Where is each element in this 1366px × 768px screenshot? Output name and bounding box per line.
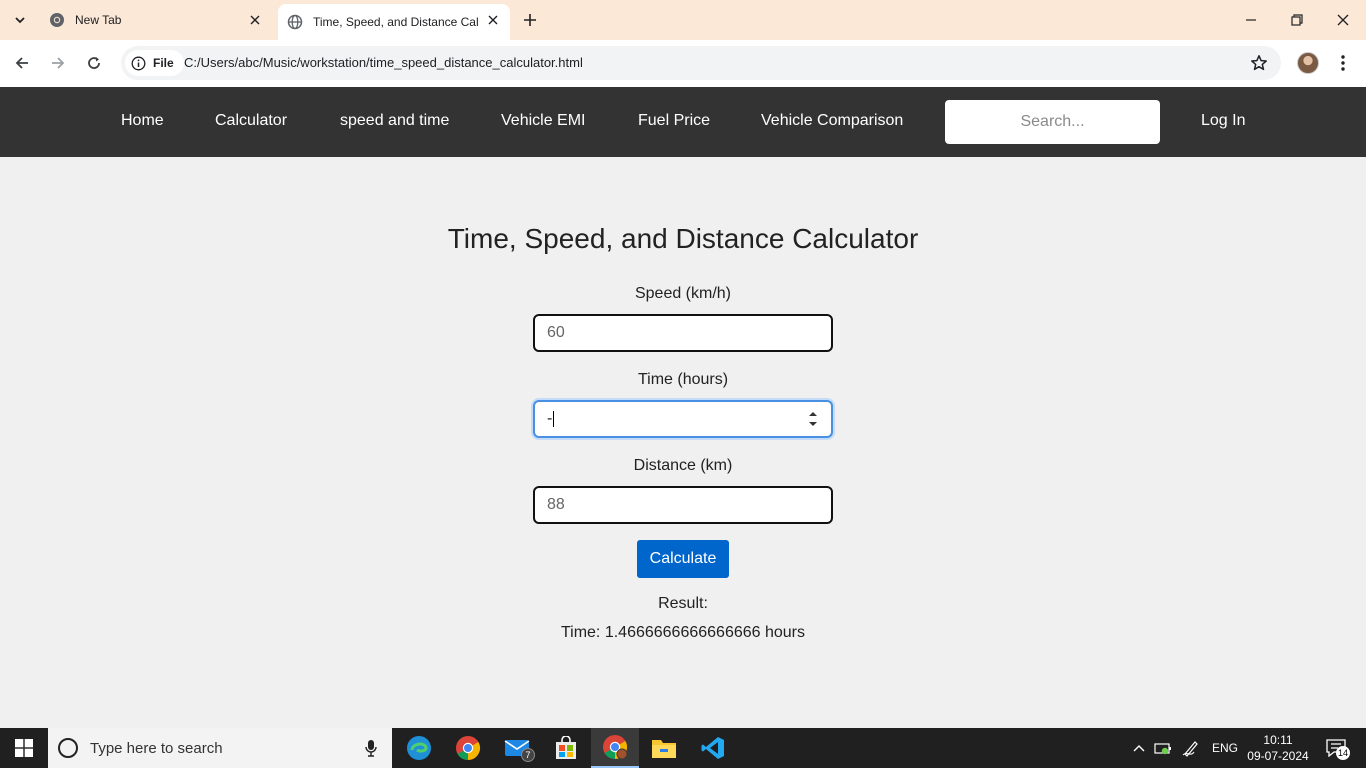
speed-label: Speed (km/h) [634,285,732,302]
reload-button[interactable] [83,52,105,74]
restore-icon [1291,14,1303,26]
taskbar-search-box[interactable]: Type here to search [48,728,392,768]
taskbar-vscode[interactable] [689,728,737,768]
start-button[interactable] [0,728,48,768]
calculator-section: Time, Speed, and Distance Calculator Spe… [0,157,1366,728]
input-language[interactable]: ENG [1212,741,1238,755]
arrow-right-icon [52,57,65,69]
new-tab-button[interactable] [519,9,541,31]
distance-value: 88 [547,496,565,513]
number-spinner[interactable] [807,411,819,427]
minimize-icon [1246,19,1256,21]
clock-time: 10:11 [1263,733,1293,747]
notification-center-button[interactable]: 14 [1322,736,1351,760]
notification-badge: 14 [1336,746,1351,760]
clock-date: 09-07-2024 [1247,749,1309,763]
back-button[interactable] [11,52,33,74]
battery-network-icon[interactable] [1153,738,1173,758]
plus-icon [524,14,536,26]
spin-down-icon[interactable] [808,421,818,427]
nav-login[interactable]: Log In [1201,112,1245,130]
spin-up-icon[interactable] [808,411,818,417]
nav-calculator[interactable]: Calculator [215,112,287,130]
close-icon [1337,14,1349,26]
time-label: Time (hours) [637,371,729,388]
nav-vehicle-comparison[interactable]: Vehicle Comparison [761,112,903,130]
bookmark-button[interactable] [1249,53,1269,73]
tab-title: Time, Speed, and Distance Calculator [313,15,479,29]
mail-badge: 7 [521,748,535,762]
site-chip-label: File [153,56,174,70]
address-bar[interactable]: File C:/Users/abc/Music/workstation/time… [121,46,1281,80]
profile-avatar[interactable] [1297,52,1319,74]
forward-button[interactable] [47,52,69,74]
text-caret [553,411,555,427]
restore-button[interactable] [1287,10,1307,30]
taskbar-edge[interactable] [395,728,443,768]
tab-title: New Tab [75,13,122,27]
taskbar-file-explorer[interactable] [640,728,688,768]
tab-new-tab[interactable]: New Tab [40,0,272,40]
minimize-button[interactable] [1241,10,1261,30]
taskbar-chrome-active[interactable] [591,728,639,768]
distance-label: Distance (km) [633,457,733,474]
globe-icon [287,14,303,30]
site-info-chip[interactable]: File [125,50,184,76]
browser-toolbar: File C:/Users/abc/Music/workstation/time… [0,40,1366,87]
speed-input[interactable]: 60 [533,314,833,352]
close-icon[interactable] [248,13,262,27]
taskbar-chrome[interactable] [444,728,492,768]
chrome-profile-icon [603,735,628,760]
close-window-button[interactable] [1333,10,1353,30]
folder-icon [652,740,676,758]
windows-taskbar: Type here to search 7 ENG 10:11 09-07-20… [0,728,1366,768]
tray-overflow-button[interactable] [1129,738,1149,758]
time-input[interactable]: - [533,400,833,438]
chevron-down-icon [15,17,25,24]
search-icon [58,738,78,758]
distance-input[interactable]: 88 [533,486,833,524]
store-icon [556,736,576,759]
result-label: Result: [658,595,708,612]
site-search-input[interactable] [945,100,1160,144]
nav-vehicle-emi[interactable]: Vehicle EMI [501,112,585,130]
tab-search-button[interactable] [6,8,34,32]
browser-menu-button[interactable] [1333,52,1353,74]
taskbar-clock[interactable]: 10:11 09-07-2024 [1244,732,1312,764]
windows-logo-icon [15,739,33,757]
browser-tab-strip: New Tab Time, Speed, and Distance Calcul… [0,0,1366,40]
nav-fuel-price[interactable]: Fuel Price [638,112,710,130]
calculate-button[interactable]: Calculate [637,540,729,578]
time-value: - [547,410,553,427]
chevron-up-icon [1133,745,1145,752]
star-icon [1251,55,1267,71]
reload-icon [88,57,100,69]
taskbar-store[interactable] [542,728,590,768]
page-title: Time, Speed, and Distance Calculator [447,223,919,254]
result-value: Time: 1.4666666666666666 hours [560,624,806,641]
pen-icon[interactable] [1181,738,1201,758]
url-text: C:/Users/abc/Music/workstation/time_spee… [184,55,583,70]
tab-calculator[interactable]: Time, Speed, and Distance Calculator [278,4,510,40]
nav-speed-and-time[interactable]: speed and time [340,112,449,130]
microphone-icon[interactable] [364,739,378,757]
edge-icon [407,736,431,760]
arrow-left-icon [15,57,28,69]
taskbar-search-placeholder: Type here to search [90,739,223,757]
taskbar-mail[interactable]: 7 [493,728,541,768]
chrome-icon [456,736,481,760]
chrome-icon [49,12,65,28]
nav-home[interactable]: Home [121,112,164,130]
vscode-icon [701,737,724,759]
speed-value: 60 [547,324,565,341]
info-icon [131,56,146,71]
site-navbar: Home Calculator speed and time Vehicle E… [0,87,1366,157]
more-vertical-icon [1341,55,1345,71]
close-icon[interactable] [486,13,500,27]
